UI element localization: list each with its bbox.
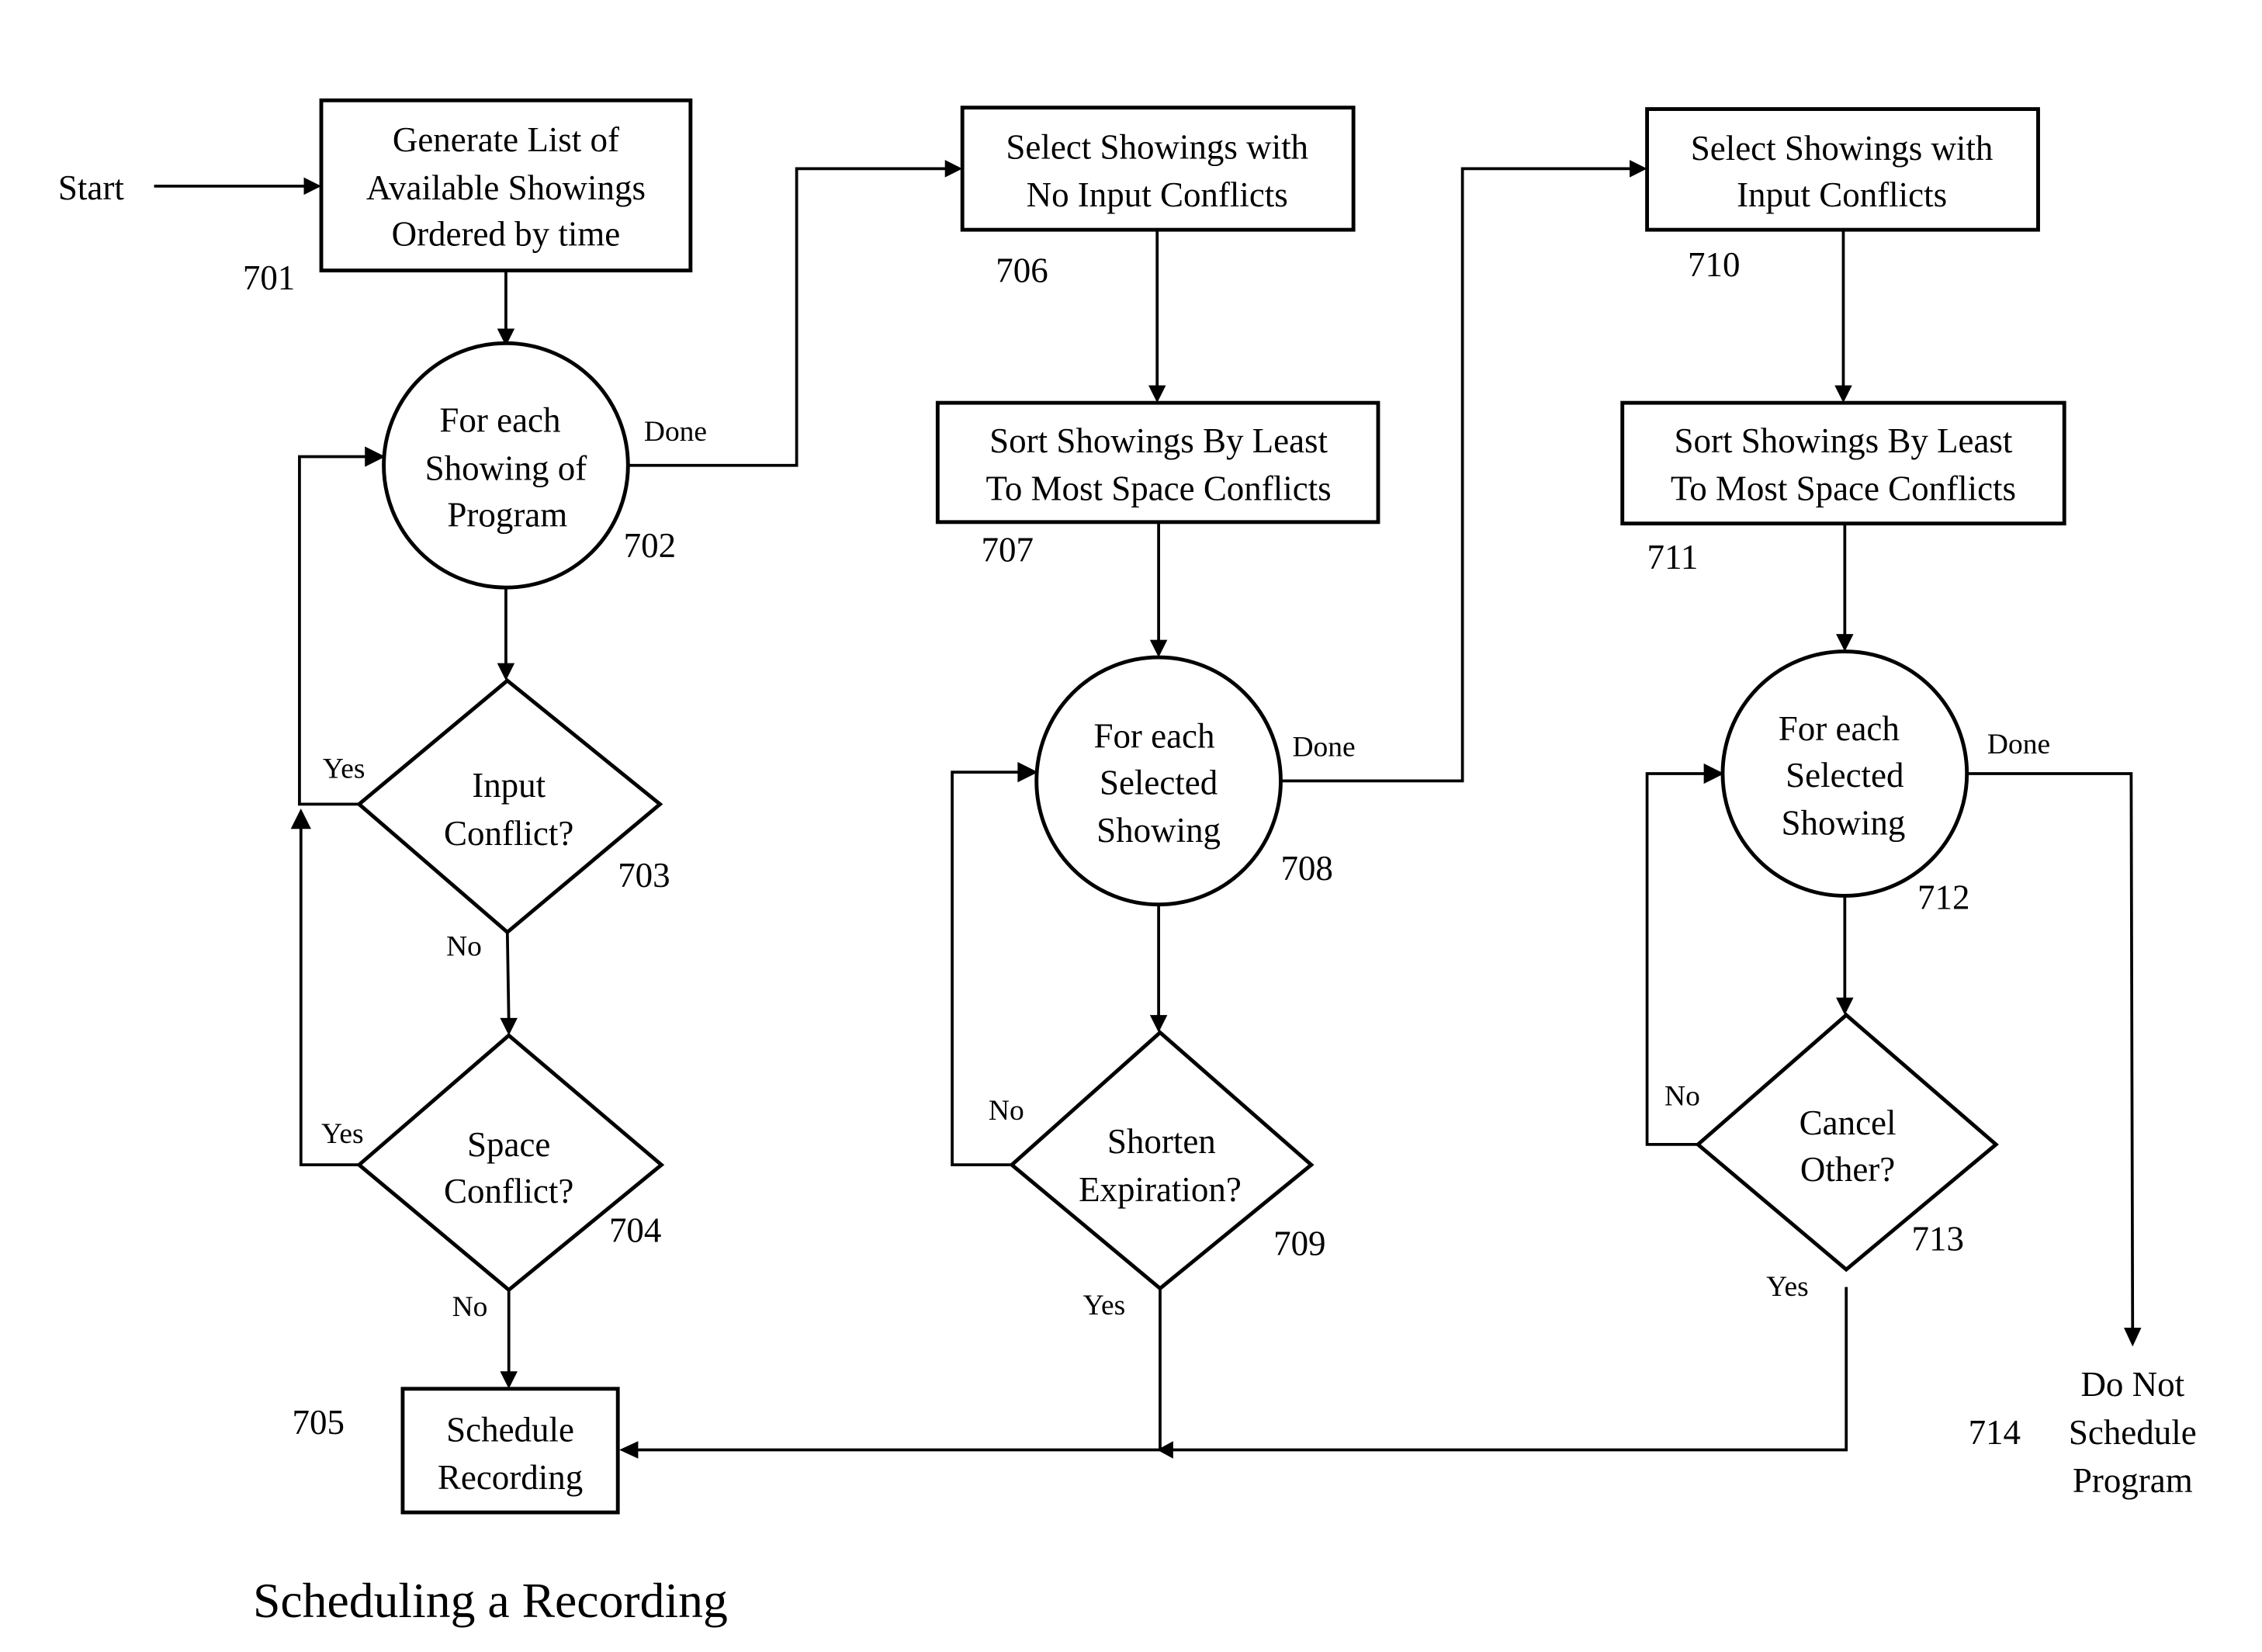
ref-709: 709 bbox=[1273, 1224, 1325, 1262]
node-704-line-2: Conflict? bbox=[444, 1172, 573, 1210]
node-710-select-input-conflicts: Select Showings with Input Conflicts bbox=[1645, 107, 2040, 232]
arrowhead-708-709 bbox=[1149, 1015, 1168, 1033]
arrowhead-704-up bbox=[290, 809, 311, 829]
ref-704: 704 bbox=[609, 1210, 661, 1249]
node-712-loop-selected: For each Selected Showing bbox=[1720, 649, 1969, 898]
label-yes-709: Yes bbox=[1083, 1290, 1126, 1321]
label-no-704: No bbox=[452, 1291, 488, 1323]
edge-bottom-to-705 bbox=[635, 1287, 1848, 1452]
node-712-line-1: For each bbox=[1779, 709, 1900, 748]
start-label: Start bbox=[58, 168, 124, 207]
flowchart: Generate List of Available Showings Orde… bbox=[58, 98, 2197, 1628]
node-712-line-2: Selected bbox=[1786, 756, 1903, 795]
node-714-line-1: Do Not bbox=[2080, 1365, 2184, 1404]
arrowhead-711-712 bbox=[1836, 634, 1854, 652]
label-no-709: No bbox=[989, 1095, 1024, 1127]
arrowhead-710-711 bbox=[1834, 385, 1852, 403]
ref-706: 706 bbox=[996, 251, 1048, 290]
ref-705: 705 bbox=[293, 1403, 345, 1442]
node-706-line-2: No Input Conflicts bbox=[1027, 175, 1288, 214]
arrowhead-start-701 bbox=[303, 177, 322, 196]
arrowhead-703-704 bbox=[500, 1017, 518, 1036]
arrowhead-712-713 bbox=[1836, 997, 1854, 1016]
edge-703-704-no bbox=[505, 932, 511, 1021]
node-711-line-2: To Most Space Conflicts bbox=[1671, 469, 2016, 508]
node-709-shorten-expiration: Shorten Expiration? bbox=[1009, 1030, 1315, 1291]
node-702-line-2: Showing of bbox=[425, 448, 587, 487]
arrowhead-708-710 bbox=[1630, 160, 1647, 178]
node-702-line-3: Program bbox=[447, 495, 567, 534]
edge-704-702-yes bbox=[299, 826, 359, 1167]
node-708-line-2: Selected bbox=[1100, 763, 1218, 802]
node-709-line-1: Shorten bbox=[1107, 1122, 1216, 1161]
node-711-sort-showings: Sort Showings By Least To Most Space Con… bbox=[1620, 400, 2066, 526]
node-701-line-2: Available Showings bbox=[366, 168, 646, 207]
ref-707: 707 bbox=[982, 530, 1034, 569]
node-714-line-2: Schedule bbox=[2069, 1413, 2197, 1452]
arrowhead-702-703 bbox=[497, 663, 515, 681]
node-705-line-1: Schedule bbox=[446, 1410, 574, 1449]
arrowhead-712-714 bbox=[2124, 1328, 2142, 1347]
node-703-input-conflict: Input Conflict? bbox=[355, 677, 663, 935]
node-706-select-no-input-conflicts: Select Showings with No Input Conflicts bbox=[960, 106, 1356, 232]
node-701-generate-list: Generate List of Available Showings Orde… bbox=[319, 98, 693, 273]
node-707-line-1: Sort Showings By Least bbox=[989, 421, 1328, 460]
node-705-schedule-recording: Schedule Recording bbox=[400, 1387, 620, 1515]
label-no-703: No bbox=[446, 930, 482, 962]
ref-708: 708 bbox=[1280, 849, 1332, 888]
ref-702: 702 bbox=[624, 526, 676, 565]
label-yes-704: Yes bbox=[321, 1118, 364, 1150]
node-701-line-1: Generate List of bbox=[393, 120, 619, 159]
arrowhead-707-708 bbox=[1149, 639, 1168, 658]
node-708-line-3: Showing bbox=[1096, 811, 1221, 850]
node-705-line-2: Recording bbox=[438, 1458, 583, 1497]
node-701-line-3: Ordered by time bbox=[392, 215, 621, 254]
arrowhead-706-707 bbox=[1148, 385, 1166, 403]
edge-712-714-done bbox=[1966, 772, 2135, 1331]
node-707-sort-showings: Sort Showings By Least To Most Space Con… bbox=[935, 400, 1380, 525]
label-done-702: Done bbox=[644, 416, 707, 448]
label-yes-713: Yes bbox=[1766, 1271, 1809, 1303]
node-703-line-2: Conflict? bbox=[444, 814, 573, 853]
label-no-713: No bbox=[1664, 1080, 1700, 1112]
node-714-line-3: Program bbox=[2073, 1461, 2193, 1500]
ref-701: 701 bbox=[243, 258, 295, 297]
node-704-line-1: Space bbox=[467, 1125, 550, 1164]
ref-712: 712 bbox=[1917, 878, 1969, 916]
edge-703-702-yes bbox=[298, 455, 371, 806]
ref-710: 710 bbox=[1688, 245, 1740, 284]
node-703-line-1: Input bbox=[472, 766, 546, 805]
ref-703: 703 bbox=[618, 856, 670, 895]
node-709-line-2: Expiration? bbox=[1079, 1170, 1242, 1209]
ref-714: 714 bbox=[1969, 1413, 2021, 1452]
label-yes-703: Yes bbox=[323, 753, 365, 785]
node-702-loop-showings: For each Showing of Program bbox=[382, 341, 630, 590]
figure-title: Scheduling a Recording bbox=[253, 1573, 728, 1628]
label-done-712: Done bbox=[1987, 729, 2050, 760]
node-708-line-1: For each bbox=[1093, 716, 1214, 755]
node-712-line-3: Showing bbox=[1782, 804, 1906, 843]
label-done-708: Done bbox=[1292, 732, 1355, 764]
node-713-line-1: Cancel bbox=[1800, 1103, 1897, 1142]
node-714-do-not-schedule: Do Not Schedule Program bbox=[2069, 1365, 2197, 1500]
arrowhead-to-705 bbox=[619, 1441, 639, 1459]
node-706-line-1: Select Showings with bbox=[1006, 127, 1308, 166]
ref-711: 711 bbox=[1647, 538, 1699, 577]
arrowhead-704-705 bbox=[500, 1371, 518, 1389]
node-710-line-1: Select Showings with bbox=[1691, 129, 1994, 168]
node-713-line-2: Other? bbox=[1800, 1150, 1895, 1189]
node-704-space-conflict: Space Conflict? bbox=[355, 1033, 665, 1293]
node-711-line-1: Sort Showings By Least bbox=[1675, 421, 2013, 460]
node-708-loop-selected: For each Selected Showing bbox=[1034, 655, 1283, 907]
node-702-line-1: For each bbox=[439, 401, 560, 440]
ref-713: 713 bbox=[1912, 1220, 1964, 1259]
node-707-line-2: To Most Space Conflicts bbox=[986, 469, 1332, 508]
node-710-line-2: Input Conflicts bbox=[1737, 175, 1947, 214]
arrowhead-702-706 bbox=[944, 160, 963, 178]
decision-diamond bbox=[355, 677, 663, 935]
